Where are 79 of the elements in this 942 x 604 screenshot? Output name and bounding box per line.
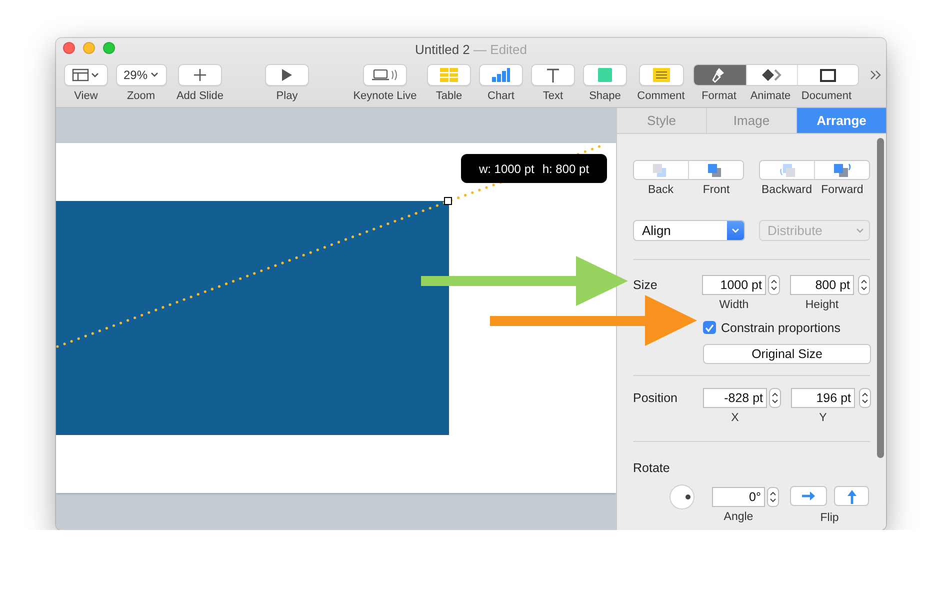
- document-icon: [820, 68, 836, 82]
- original-size-button[interactable]: Original Size: [703, 344, 871, 364]
- text-icon: [546, 68, 560, 82]
- field-caption: Angle: [724, 510, 754, 526]
- input-field[interactable]: 800 pt: [790, 275, 854, 296]
- field-caption: Flip: [820, 511, 839, 526]
- square-icon: [598, 68, 612, 82]
- checkbox[interactable]: [703, 321, 716, 334]
- plus-icon: [193, 68, 207, 82]
- zoom-button[interactable]: 29%: [116, 64, 166, 86]
- rotation-knob[interactable]: [669, 484, 695, 510]
- arrow-up-icon: [846, 488, 858, 504]
- chart-button[interactable]: [479, 64, 523, 86]
- flip-vertical-button[interactable]: [834, 486, 869, 506]
- input-field[interactable]: -828 pt: [703, 388, 767, 408]
- toolbar-label: View: [74, 90, 98, 103]
- scrollbar[interactable]: [877, 138, 884, 458]
- view-button[interactable]: [64, 64, 108, 86]
- stepper[interactable]: [768, 275, 780, 296]
- play-button[interactable]: [265, 64, 309, 86]
- input-field[interactable]: 0°: [712, 487, 765, 508]
- toolbar-label: Table: [436, 90, 462, 103]
- stepper[interactable]: [858, 275, 870, 296]
- section-label: Rotate: [633, 460, 671, 476]
- toolbar-label: Text: [542, 90, 564, 103]
- button-caption: Forward: [821, 183, 864, 198]
- resize-handle[interactable]: [444, 197, 452, 205]
- toolbar-label: Format: [702, 90, 736, 103]
- toolbar-label: Add Slide: [176, 90, 224, 103]
- toolbar-label: Document: [801, 90, 852, 103]
- field-caption: Y: [819, 411, 827, 426]
- field-caption: Width: [719, 298, 749, 314]
- align-dropdown[interactable]: Align: [633, 220, 744, 242]
- tooltip-text: w: 1000 pt: [478, 160, 534, 178]
- field-caption: Height: [805, 298, 839, 314]
- layers-icon: [832, 162, 852, 178]
- tooltip-text: h: 800 pt: [542, 160, 590, 178]
- caret-icon: [150, 72, 159, 78]
- stepper[interactable]: [859, 388, 871, 408]
- front-button[interactable]: [688, 161, 743, 179]
- window-title: Untitled 2 — Edited: [414, 41, 528, 59]
- section-label: Position: [633, 390, 678, 408]
- button-caption: Back: [648, 183, 674, 198]
- input-field[interactable]: 1000 pt: [702, 275, 766, 296]
- more-icon[interactable]: [870, 70, 882, 80]
- stepper[interactable]: [767, 487, 779, 508]
- button-caption: Front: [702, 183, 730, 198]
- section-label: Size: [633, 277, 658, 294]
- close-button[interactable]: [63, 42, 75, 54]
- toolbar-label: Play: [276, 90, 298, 103]
- forward-button[interactable]: [814, 161, 869, 179]
- caret-icon: [726, 221, 744, 240]
- flip-horizontal-button[interactable]: [790, 486, 827, 506]
- stepper[interactable]: [769, 388, 781, 408]
- toolbar-label: Animate: [750, 90, 791, 103]
- view-icon: [72, 68, 100, 82]
- document-button[interactable]: [797, 65, 858, 85]
- format-button[interactable]: [694, 65, 746, 85]
- play-icon: [281, 68, 293, 82]
- toolbar-label: Zoom: [126, 90, 156, 103]
- arrow-right-icon: [801, 490, 816, 502]
- checkbox-label: Constrain proportions: [721, 320, 841, 337]
- table-icon: [440, 68, 458, 82]
- toolbar-label: Comment: [637, 90, 685, 103]
- button-caption: Backward: [762, 183, 812, 198]
- laptop-icon: [371, 68, 399, 82]
- text-button[interactable]: [531, 64, 575, 86]
- toolbar-label: Shape: [589, 90, 621, 103]
- live-button[interactable]: [363, 64, 407, 86]
- add-button[interactable]: [178, 64, 222, 86]
- comment-button[interactable]: [638, 64, 684, 86]
- input-field[interactable]: 196 pt: [791, 388, 855, 408]
- diamond-icon: [762, 69, 782, 81]
- layers-icon: [778, 162, 796, 178]
- field-caption: X: [731, 411, 739, 426]
- chart-icon: [492, 68, 510, 82]
- toolbar-label: Keynote Live: [353, 90, 417, 103]
- toolbar-label: Chart: [488, 90, 514, 103]
- note-icon: [652, 68, 670, 82]
